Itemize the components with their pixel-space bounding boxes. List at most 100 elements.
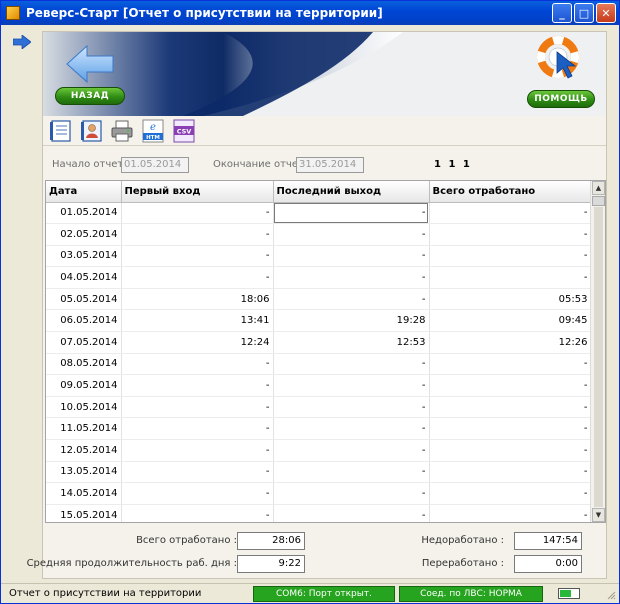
help-button[interactable]: ПОМОЩЬ [527, 90, 595, 108]
help-lifebuoy-icon[interactable] [537, 36, 583, 82]
cell-total-worked[interactable]: 09:45 [429, 309, 592, 333]
cell-total-worked[interactable]: - [429, 439, 592, 462]
cell-date[interactable]: 06.05.2014 [46, 309, 122, 333]
scrollbar-thumb[interactable] [592, 196, 605, 206]
export-csv-icon[interactable]: CSV [171, 119, 197, 143]
cell-last-exit[interactable]: - [273, 417, 430, 441]
cell-date[interactable]: 13.05.2014 [46, 461, 122, 484]
cell-date[interactable]: 03.05.2014 [46, 245, 122, 268]
maximize-button[interactable]: □ [574, 3, 594, 23]
cell-first-entry[interactable]: - [121, 202, 274, 225]
cell-date[interactable]: 14.05.2014 [46, 482, 122, 505]
employee-card-icon[interactable] [79, 119, 105, 143]
cell-date[interactable]: 08.05.2014 [46, 353, 122, 376]
close-button[interactable]: ✕ [596, 3, 616, 23]
cell-first-entry[interactable]: 18:06 [121, 288, 274, 311]
cell-date[interactable]: 12.05.2014 [46, 439, 122, 462]
start-date-field[interactable]: 01.05.2014 [121, 157, 189, 173]
table-row[interactable]: 09.05.2014- - - [46, 374, 592, 397]
cell-date[interactable]: 01.05.2014 [46, 202, 122, 225]
minimize-button[interactable]: _ [552, 3, 572, 23]
table-row[interactable]: 02.05.2014- - - [46, 223, 592, 246]
cell-last-exit[interactable]: - [273, 202, 430, 225]
cell-total-worked[interactable]: - [429, 223, 592, 246]
table-row[interactable]: 04.05.2014- - - [46, 266, 592, 289]
end-date-field[interactable]: 31.05.2014 [296, 157, 364, 173]
table-row[interactable]: 12.05.2014- - - [46, 439, 592, 462]
export-htm-icon[interactable]: e HTM [140, 119, 166, 143]
cell-total-worked[interactable]: - [429, 202, 592, 225]
cell-last-exit[interactable]: - [273, 288, 430, 311]
arrow-right-icon[interactable] [13, 35, 31, 49]
table-row[interactable]: 15.05.2014- - - [46, 504, 592, 522]
table-row[interactable]: 07.05.2014 12:24 12:53 12:26 [46, 331, 592, 354]
cell-first-entry[interactable]: - [121, 417, 274, 441]
cell-total-worked[interactable]: - [429, 482, 592, 505]
cell-last-exit[interactable]: - [273, 504, 430, 522]
column-header-first-entry[interactable]: Первый вход [121, 181, 274, 203]
table-row[interactable]: 01.05.2014- - - [46, 202, 592, 225]
table-row[interactable]: 10.05.2014- - - [46, 396, 592, 419]
cell-first-entry[interactable]: 13:41 [121, 309, 274, 333]
cell-total-worked[interactable]: - [429, 396, 592, 419]
cell-total-worked[interactable]: - [429, 374, 592, 397]
cell-date[interactable]: 10.05.2014 [46, 396, 122, 419]
cell-first-entry[interactable]: - [121, 396, 274, 419]
cell-total-worked[interactable]: - [429, 504, 592, 522]
back-arrow-icon[interactable] [65, 44, 115, 84]
cell-total-worked[interactable]: 05:53 [429, 288, 592, 311]
cell-last-exit[interactable]: 12:53 [273, 331, 430, 354]
cell-last-exit[interactable]: - [273, 482, 430, 505]
cell-last-exit[interactable]: - [273, 223, 430, 246]
table-row[interactable]: 13.05.2014- - - [46, 461, 592, 484]
cell-last-exit[interactable]: - [273, 266, 430, 289]
cell-date[interactable]: 07.05.2014 [46, 331, 122, 354]
cell-last-exit[interactable]: - [273, 353, 430, 376]
table-row[interactable]: 05.05.2014 18:06-05:53 [46, 288, 592, 311]
scroll-up-arrow-icon[interactable]: ▲ [592, 181, 605, 195]
cell-total-worked[interactable]: - [429, 417, 592, 441]
vertical-scrollbar[interactable]: ▲ ▼ [590, 181, 605, 522]
table-row[interactable]: 08.05.2014- - - [46, 353, 592, 376]
cell-first-entry[interactable]: 12:24 [121, 331, 274, 354]
cell-date[interactable]: 09.05.2014 [46, 374, 122, 397]
attendance-grid[interactable]: Дата Первый вход Последний выход Всего о… [45, 180, 606, 523]
cell-date[interactable]: 05.05.2014 [46, 288, 122, 311]
cell-last-exit[interactable]: - [273, 439, 430, 462]
cell-first-entry[interactable]: - [121, 461, 274, 484]
cell-first-entry[interactable]: - [121, 223, 274, 246]
cell-last-exit[interactable]: - [273, 374, 430, 397]
column-header-last-exit[interactable]: Последний выход [273, 181, 430, 203]
cell-last-exit[interactable]: - [273, 396, 430, 419]
scrollbar-track[interactable] [594, 207, 603, 507]
table-row[interactable]: 06.05.2014 13:41 19:28 09:45 [46, 309, 592, 333]
cell-date[interactable]: 04.05.2014 [46, 266, 122, 289]
cell-first-entry[interactable]: - [121, 439, 274, 462]
cell-date[interactable]: 15.05.2014 [46, 504, 122, 522]
cell-last-exit[interactable]: - [273, 461, 430, 484]
cell-first-entry[interactable]: - [121, 504, 274, 522]
cell-date[interactable]: 11.05.2014 [46, 417, 122, 441]
back-button[interactable]: НАЗАД [55, 87, 125, 105]
column-header-date[interactable]: Дата [46, 181, 122, 203]
cell-last-exit[interactable]: 19:28 [273, 309, 430, 333]
cell-first-entry[interactable]: - [121, 266, 274, 289]
cell-first-entry[interactable]: - [121, 245, 274, 268]
cell-total-worked[interactable]: - [429, 266, 592, 289]
scroll-down-arrow-icon[interactable]: ▼ [592, 508, 605, 522]
table-row[interactable]: 03.05.2014- - - [46, 245, 592, 268]
cell-total-worked[interactable]: - [429, 245, 592, 268]
cell-first-entry[interactable]: - [121, 374, 274, 397]
cell-total-worked[interactable]: - [429, 461, 592, 484]
table-row[interactable]: 11.05.2014- - - [46, 417, 592, 441]
cell-date[interactable]: 02.05.2014 [46, 223, 122, 246]
report-list-icon[interactable] [48, 119, 74, 143]
cell-first-entry[interactable]: - [121, 482, 274, 505]
cell-last-exit[interactable]: - [273, 245, 430, 268]
column-header-total-worked[interactable]: Всего отработано [429, 181, 592, 203]
cell-first-entry[interactable]: - [121, 353, 274, 376]
table-row[interactable]: 14.05.2014- - - [46, 482, 592, 505]
cell-total-worked[interactable]: - [429, 353, 592, 376]
cell-total-worked[interactable]: 12:26 [429, 331, 592, 354]
printer-icon[interactable] [109, 119, 135, 143]
